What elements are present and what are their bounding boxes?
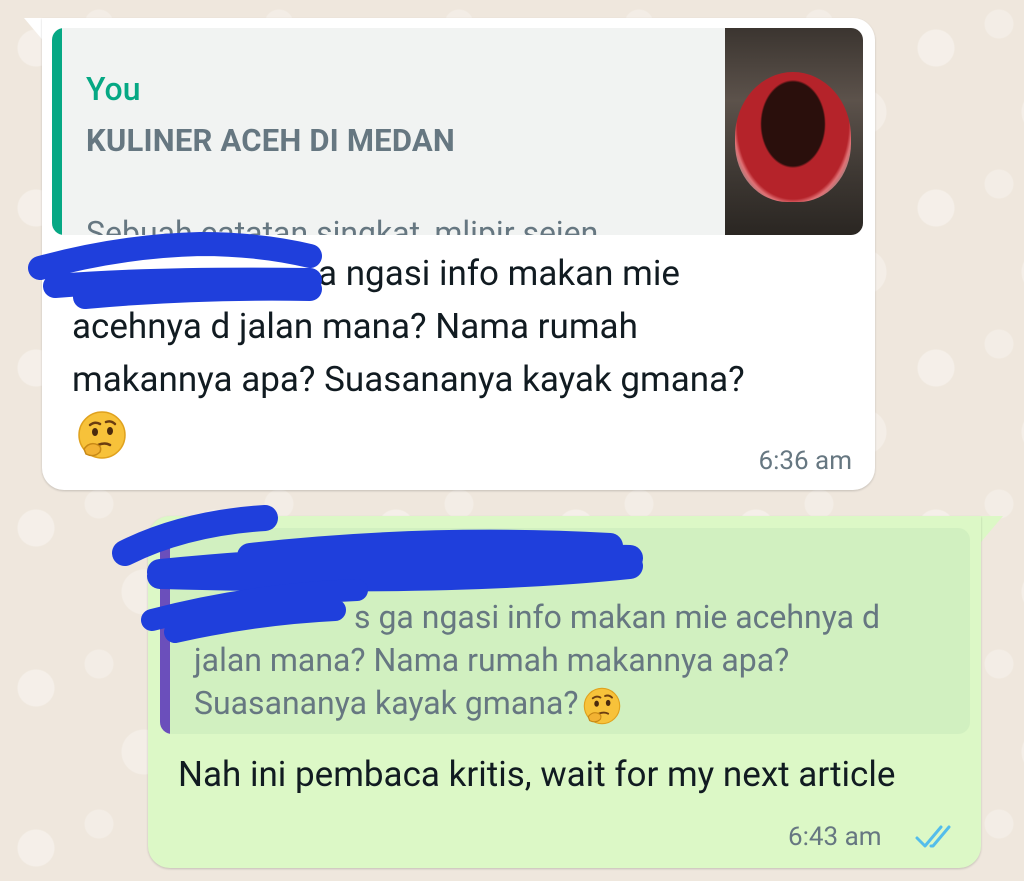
redaction-scribble [28,231,643,643]
